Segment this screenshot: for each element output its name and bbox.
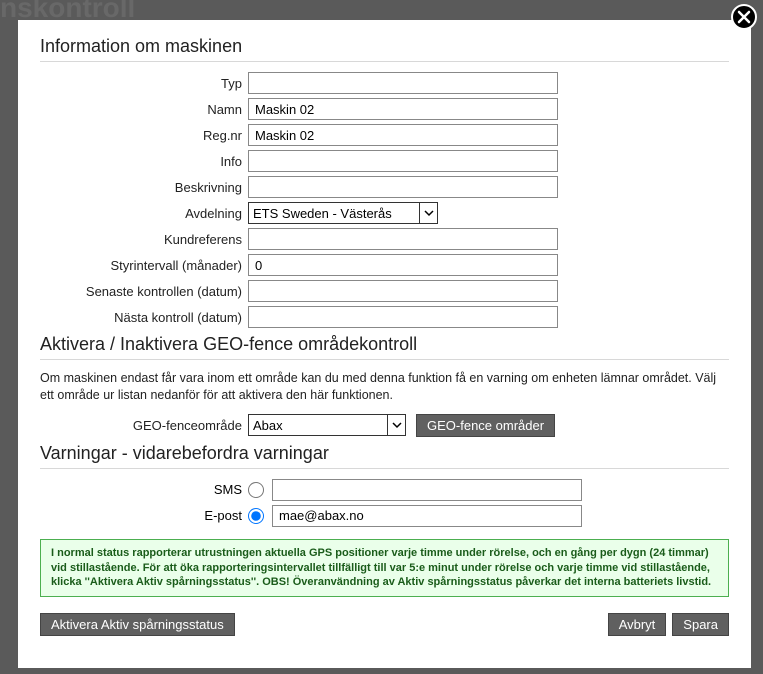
section-title-machine-info: Information om maskinen — [40, 36, 729, 57]
label-namn: Namn — [40, 102, 248, 117]
input-email[interactable] — [272, 505, 582, 527]
label-beskrivning: Beskrivning — [40, 180, 248, 195]
divider — [40, 61, 729, 62]
save-button[interactable]: Spara — [672, 613, 729, 636]
label-senaste-kontroll: Senaste kontrollen (datum) — [40, 284, 248, 299]
select-geofence-area[interactable]: Abax — [248, 414, 406, 436]
input-regnr[interactable] — [248, 124, 558, 146]
input-typ[interactable] — [248, 72, 558, 94]
label-avdelning: Avdelning — [40, 206, 248, 221]
label-info: Info — [40, 154, 248, 169]
machine-modal: Information om maskinen Typ Namn Reg.nr … — [18, 20, 751, 668]
label-regnr: Reg.nr — [40, 128, 248, 143]
label-styrintervall: Styrintervall (månader) — [40, 258, 248, 273]
label-email: E-post — [40, 508, 248, 523]
input-sms[interactable] — [272, 479, 582, 501]
label-kundreferens: Kundreferens — [40, 232, 248, 247]
close-button[interactable] — [731, 4, 757, 30]
geofence-areas-button[interactable]: GEO-fence områder — [416, 414, 555, 437]
radio-email[interactable] — [248, 508, 264, 524]
label-nasta-kontroll: Nästa kontroll (datum) — [40, 310, 248, 325]
divider — [40, 359, 729, 360]
close-icon — [737, 10, 751, 24]
label-typ: Typ — [40, 76, 248, 91]
radio-sms[interactable] — [248, 482, 264, 498]
input-namn[interactable] — [248, 98, 558, 120]
geofence-description: Om maskinen endast får vara inom ett omr… — [40, 370, 729, 404]
input-kundreferens[interactable] — [248, 228, 558, 250]
select-avdelning[interactable]: ETS Sweden - Västerås — [248, 202, 438, 224]
section-title-geofence: Aktivera / Inaktivera GEO-fence områdeko… — [40, 334, 729, 355]
cancel-button[interactable]: Avbryt — [608, 613, 667, 636]
divider — [40, 468, 729, 469]
activate-tracking-button[interactable]: Aktivera Aktiv spårningsstatus — [40, 613, 235, 636]
input-beskrivning[interactable] — [248, 176, 558, 198]
input-info[interactable] — [248, 150, 558, 172]
input-senaste-kontroll[interactable] — [248, 280, 558, 302]
label-geofence-area: GEO-fenceområde — [40, 418, 248, 433]
input-styrintervall[interactable] — [248, 254, 558, 276]
label-sms: SMS — [40, 482, 248, 497]
section-title-warnings: Varningar - vidarebefordra varningar — [40, 443, 729, 464]
tracking-notice: I normal status rapporterar utrustningen… — [40, 539, 729, 598]
input-nasta-kontroll[interactable] — [248, 306, 558, 328]
